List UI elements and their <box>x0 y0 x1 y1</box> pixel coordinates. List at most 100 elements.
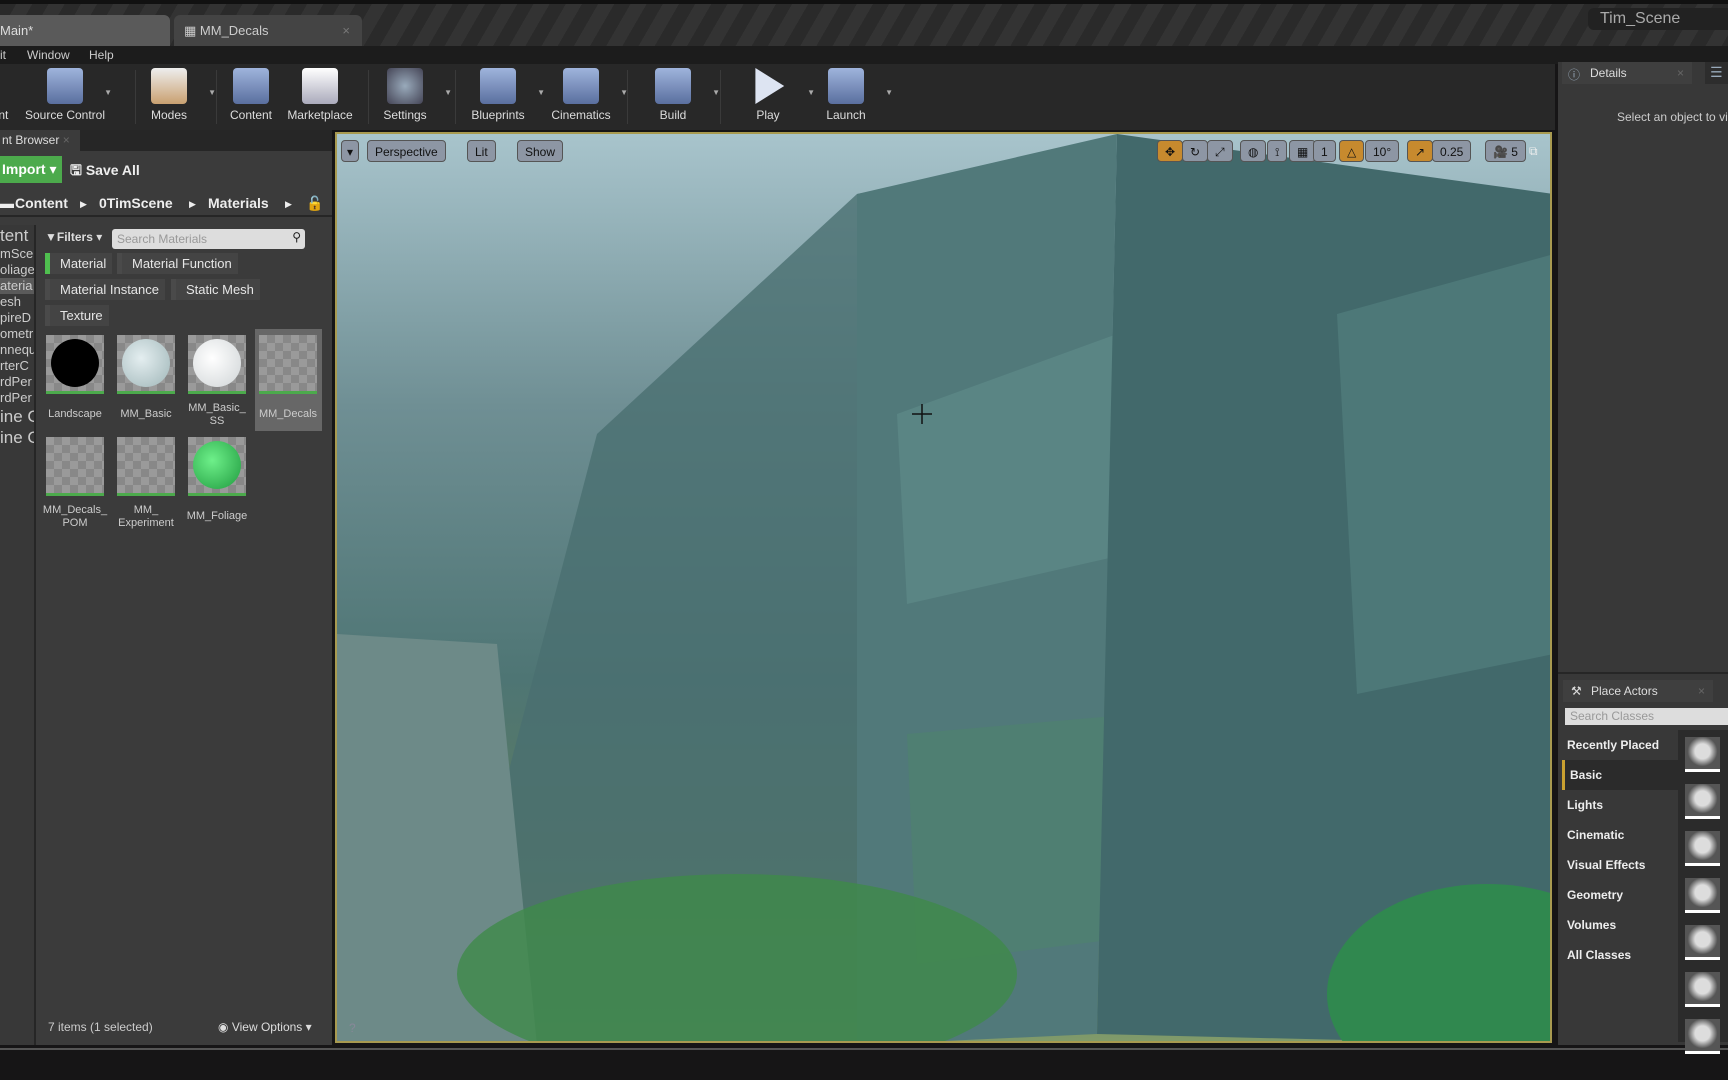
search-materials-input[interactable]: Search Materials ⚲ <box>112 229 305 249</box>
cinematics-button[interactable]: Cinematics ▼ <box>538 66 628 122</box>
asset-name[interactable]: MM_ Experiment <box>110 504 182 530</box>
perspective-button[interactable]: Perspective <box>367 140 446 162</box>
play-button[interactable]: Play ▼ <box>725 66 815 122</box>
lock-icon[interactable]: 🔓 <box>306 195 323 212</box>
category-all-classes[interactable]: All Classes <box>1562 940 1678 970</box>
dropdown-icon[interactable]: ▼ <box>885 88 893 97</box>
import-button[interactable]: Import ▾ <box>0 156 62 183</box>
show-button[interactable]: Show <box>517 140 564 162</box>
details-tab[interactable]: ⓘ Details × <box>1562 62 1692 84</box>
blueprints-button[interactable]: Blueprints ▼ <box>455 66 545 122</box>
folder-tree-item[interactable]: ometr <box>0 326 34 342</box>
launch-button[interactable]: Launch ▼ <box>803 66 893 122</box>
rotation-snap-value[interactable]: 10° <box>1365 140 1400 162</box>
filter-chip[interactable]: Material <box>45 253 113 274</box>
category-lights[interactable]: Lights <box>1562 790 1678 820</box>
breadcrumb-item[interactable]: Content <box>15 195 68 211</box>
actor-thumbnail[interactable] <box>1685 878 1720 913</box>
rotate-icon[interactable]: ↻ <box>1182 140 1209 162</box>
folder-tree-item[interactable]: rdPer <box>0 390 34 406</box>
view-options-button[interactable]: ◉ View Options ▾ <box>218 1020 312 1034</box>
dropdown-icon[interactable]: ▼ <box>444 88 452 97</box>
category-basic[interactable]: Basic <box>1562 760 1678 790</box>
scale-icon[interactable]: ⤢ <box>1207 140 1233 162</box>
lit-button[interactable]: Lit <box>467 140 496 162</box>
asset-name[interactable]: MM_Basic_ SS <box>181 402 253 428</box>
asset-thumbnail[interactable] <box>188 335 246 394</box>
actor-thumbnail[interactable] <box>1685 1019 1720 1054</box>
actor-thumbnail[interactable] <box>1685 737 1720 772</box>
viewport-options-dropdown[interactable]: ▾ <box>341 140 360 162</box>
asset-name[interactable]: MM_Basic <box>110 408 182 421</box>
build-button[interactable]: Build ▼ <box>630 66 720 122</box>
save-all-button[interactable]: 🖫 Save All <box>70 160 140 184</box>
content-browser-tab[interactable]: nt Browser × <box>0 130 80 151</box>
tab-main[interactable]: Main* <box>0 15 170 46</box>
maximize-icon[interactable]: ⧉ <box>1529 144 1538 159</box>
filter-chip[interactable]: Static Mesh <box>171 279 260 300</box>
folder-tree-item[interactable]: mSce <box>0 246 34 262</box>
asset-name[interactable]: Landscape <box>39 408 111 421</box>
asset-thumbnail[interactable] <box>188 437 246 496</box>
folder-tree-item[interactable]: rterC <box>0 358 34 374</box>
place-actors-tab[interactable]: ⚒ Place Actors × <box>1563 680 1713 702</box>
level-viewport[interactable]: ▾ Perspective Lit Show ✥ ↻ ⤢ ◍ ⟟ ▦ 1 △ 1… <box>335 132 1552 1043</box>
scale-snap-icon[interactable]: ↗ <box>1407 140 1434 162</box>
asset-thumbnail[interactable] <box>117 335 175 394</box>
folder-tree-item[interactable]: oliage <box>0 262 34 278</box>
close-icon[interactable]: × <box>1698 684 1705 698</box>
help-icon[interactable]: ? <box>349 1021 356 1035</box>
modes-button[interactable]: Modes ▼ <box>126 66 216 122</box>
source-control-button[interactable]: Source Control ▼ <box>22 66 112 122</box>
translate-icon[interactable]: ✥ <box>1157 140 1184 162</box>
asset-name[interactable]: MM_Decals_ POM <box>39 504 111 530</box>
close-icon[interactable]: × <box>1677 66 1684 80</box>
folder-tree-item[interactable]: rdPer <box>0 374 34 390</box>
folder-tree-item[interactable]: esh <box>0 294 34 310</box>
category-cinematic[interactable]: Cinematic <box>1562 820 1678 850</box>
folder-tree-item[interactable]: nnequ <box>0 342 34 358</box>
actor-thumbnail[interactable] <box>1685 972 1720 1007</box>
folder-tree-item[interactable]: tent <box>0 225 34 246</box>
close-icon[interactable]: × <box>342 23 350 38</box>
world-icon[interactable]: ◍ <box>1240 140 1267 162</box>
filter-chip[interactable]: Texture <box>45 305 109 326</box>
asset-thumbnail[interactable] <box>46 437 104 496</box>
asset-thumbnail[interactable] <box>117 437 175 496</box>
settings-button[interactable]: Settings ▼ <box>362 66 452 122</box>
folder-tree-item[interactable]: ine C <box>0 406 34 427</box>
breadcrumb-item[interactable]: Materials <box>208 195 269 211</box>
filter-chip[interactable]: Material Function <box>117 253 238 274</box>
grid-snap-value[interactable]: 1 <box>1313 140 1336 162</box>
dropdown-icon[interactable]: ▼ <box>104 88 112 97</box>
world-outliner-tab-icon[interactable]: ☰ <box>1705 62 1728 84</box>
asset-thumbnail[interactable] <box>46 335 104 394</box>
menu-help[interactable]: Help <box>89 48 114 62</box>
category-visual-effects[interactable]: Visual Effects <box>1562 850 1678 880</box>
menu-window[interactable]: Window <box>27 48 70 62</box>
folder-tree-item[interactable]: ine C <box>0 427 34 448</box>
rotation-snap-icon[interactable]: △ <box>1339 140 1365 162</box>
category-recently-placed[interactable]: Recently Placed <box>1562 730 1678 760</box>
marketplace-button[interactable]: Marketplace <box>277 66 363 122</box>
tab-mm-decals[interactable]: ▦ MM_Decals × <box>174 15 362 46</box>
actor-thumbnail[interactable] <box>1685 784 1720 819</box>
asset-name[interactable]: MM_Decals <box>252 408 324 421</box>
camera-speed-button[interactable]: 🎥 5 <box>1485 140 1526 162</box>
folder-tree-item[interactable]: ateria <box>0 278 34 294</box>
asset-thumbnail[interactable] <box>259 335 317 394</box>
scale-snap-value[interactable]: 0.25 <box>1432 140 1472 162</box>
surface-snap-icon[interactable]: ⟟ <box>1267 140 1288 162</box>
breadcrumb-item[interactable]: 0TimScene <box>99 195 173 211</box>
dropdown-icon[interactable]: ▼ <box>712 88 720 97</box>
asset-name[interactable]: MM_Foliage <box>181 510 253 523</box>
search-classes-input[interactable]: Search Classes <box>1565 708 1728 725</box>
folder-tree-item[interactable]: pireD <box>0 310 34 326</box>
actor-thumbnail[interactable] <box>1685 925 1720 960</box>
filters-button[interactable]: ▼Filters ▾ <box>45 230 102 244</box>
menu-edit[interactable]: it <box>0 48 6 62</box>
category-geometry[interactable]: Geometry <box>1562 880 1678 910</box>
actor-thumbnail[interactable] <box>1685 831 1720 866</box>
filter-chip[interactable]: Material Instance <box>45 279 165 300</box>
category-volumes[interactable]: Volumes <box>1562 910 1678 940</box>
